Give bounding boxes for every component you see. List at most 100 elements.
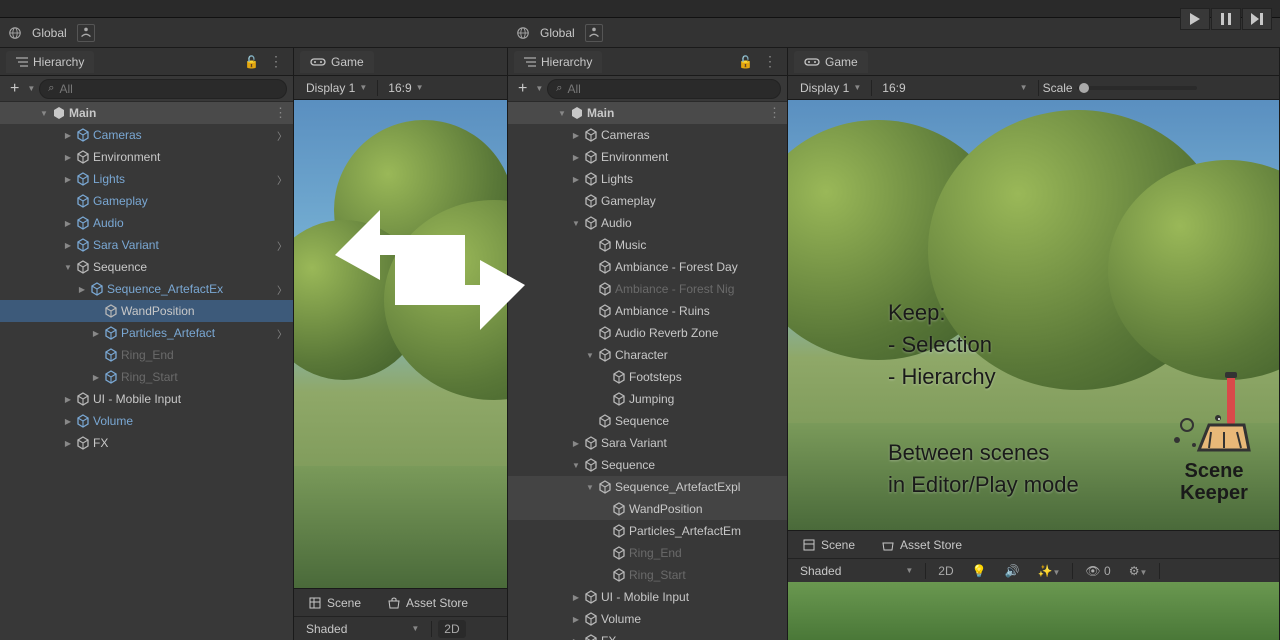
global-label: Global	[32, 26, 67, 40]
hierarchy-icon	[524, 57, 536, 67]
gamepad-icon	[310, 57, 326, 67]
right-game-view[interactable]: Keep: - Selection - Hierarchy Between sc…	[788, 100, 1279, 530]
gizmo-toggle[interactable]: ⚙▼	[1123, 562, 1154, 580]
step-button[interactable]	[1242, 8, 1272, 30]
pause-button[interactable]	[1211, 8, 1241, 30]
search-placeholder: All	[59, 82, 72, 96]
tree-node[interactable]: Particles_Artefact 〉	[0, 322, 293, 344]
tree-node[interactable]: Audio	[0, 212, 293, 234]
tree-node[interactable]: Environment	[0, 146, 293, 168]
gamepad-icon	[804, 57, 820, 67]
game-tab-label: Game	[825, 55, 858, 69]
broom-icon	[1169, 370, 1259, 460]
tree-node[interactable]: WandPosition	[508, 498, 787, 520]
create-dropdown-icon[interactable]: ▼	[27, 84, 35, 93]
panel-menu-icon[interactable]: ⋮	[265, 53, 287, 70]
tree-node[interactable]: Ring_End	[0, 344, 293, 366]
tree-node[interactable]: Sara Variant	[508, 432, 787, 454]
aspect-dropdown[interactable]: 16:9▼	[382, 81, 429, 95]
window-titlebar	[0, 0, 1280, 18]
tree-node[interactable]: Ring_End	[508, 542, 787, 564]
light-toggle[interactable]: 💡	[966, 562, 993, 580]
play-controls	[1180, 8, 1272, 30]
mode-label: in Editor/Play mode	[888, 472, 1079, 498]
tree-node[interactable]: Gameplay	[0, 190, 293, 212]
hierarchy-search-input[interactable]: ⌕ All	[39, 79, 287, 99]
scene-keeper-logo: Scene Keeper	[1169, 370, 1259, 504]
left-hierarchy-tree[interactable]: Main ⋮ Cameras 〉 Environment Lights 〉 Ga…	[0, 102, 293, 640]
tree-node[interactable]: Footsteps	[508, 366, 787, 388]
create-dropdown-icon[interactable]: ▼	[535, 84, 543, 93]
tree-node[interactable]: Environment	[508, 146, 787, 168]
scale-label: Scale	[1043, 81, 1073, 95]
tree-root[interactable]: Main ⋮	[0, 102, 293, 124]
create-button[interactable]: +	[6, 80, 23, 98]
lock-icon[interactable]: 🔓	[738, 55, 753, 69]
hierarchy-tab[interactable]: Hierarchy	[6, 51, 94, 73]
pivot-icon[interactable]	[585, 24, 603, 42]
hierarchy-tab[interactable]: Hierarchy	[514, 51, 602, 73]
tree-node[interactable]: WandPosition	[0, 300, 293, 322]
lock-icon[interactable]: 🔓	[244, 55, 259, 69]
world-icon	[516, 26, 530, 40]
create-button[interactable]: +	[514, 80, 531, 98]
basket-icon	[387, 597, 401, 609]
tree-node[interactable]: FX	[508, 630, 787, 640]
hierarchy-tab-label: Hierarchy	[33, 55, 84, 69]
keep-hierarchy: - Hierarchy	[888, 364, 996, 390]
scene-icon	[802, 538, 816, 552]
tree-node[interactable]: Jumping	[508, 388, 787, 410]
tree-node[interactable]: Sara Variant 〉	[0, 234, 293, 256]
basket-icon	[881, 539, 895, 551]
tree-node[interactable]: Sequence	[508, 454, 787, 476]
between-label: Between scenes	[888, 440, 1049, 466]
tree-node[interactable]: UI - Mobile Input	[508, 586, 787, 608]
game-tab-label: Game	[331, 55, 364, 69]
shaded-dropdown[interactable]: Shaded▼	[794, 564, 919, 578]
play-button[interactable]	[1180, 8, 1210, 30]
right-scene-view[interactable]	[788, 582, 1279, 640]
tree-node[interactable]: Cameras 〉	[0, 124, 293, 146]
hierarchy-tab-label: Hierarchy	[541, 55, 592, 69]
keep-selection: - Selection	[888, 332, 992, 358]
aspect-dropdown[interactable]: 16:9▼	[876, 81, 1033, 95]
tree-node[interactable]: Sequence_ArtefactExpl	[508, 476, 787, 498]
global-label: Global	[540, 26, 575, 40]
display-dropdown[interactable]: Display 1▼	[794, 81, 867, 95]
tree-node[interactable]: Particles_ArtefactEm	[508, 520, 787, 542]
scene-tab[interactable]: Scene	[300, 593, 369, 613]
tree-node[interactable]: UI - Mobile Input	[0, 388, 293, 410]
2d-toggle[interactable]: 2D	[438, 620, 465, 638]
display-dropdown[interactable]: Display 1▼	[300, 81, 373, 95]
audio-toggle[interactable]: 🔊	[999, 562, 1026, 580]
panel-menu-icon[interactable]: ⋮	[759, 53, 781, 70]
world-icon	[8, 26, 22, 40]
2d-toggle[interactable]: 2D	[932, 562, 959, 580]
tree-node[interactable]: FX	[0, 432, 293, 454]
right-global-toolbar: Global	[508, 18, 1280, 48]
tree-node[interactable]: Ring_Start	[0, 366, 293, 388]
tree-node[interactable]: Lights 〉	[0, 168, 293, 190]
scale-slider[interactable]	[1077, 86, 1197, 90]
scene-tab[interactable]: Scene	[794, 535, 863, 555]
visibility-toggle[interactable]: 👁 0	[1079, 562, 1116, 580]
tree-node[interactable]: Cameras	[508, 124, 787, 146]
hierarchy-icon	[16, 57, 28, 67]
game-tab[interactable]: Game	[300, 51, 374, 73]
sync-icon	[300, 180, 560, 360]
tree-node[interactable]: Sequence	[0, 256, 293, 278]
left-global-toolbar: Global	[0, 18, 508, 48]
tree-node[interactable]: Sequence	[508, 410, 787, 432]
asset-store-tab[interactable]: Asset Store	[379, 593, 476, 613]
tree-node[interactable]: Volume	[0, 410, 293, 432]
fx-toggle[interactable]: ✨▼	[1032, 562, 1067, 580]
asset-store-tab[interactable]: Asset Store	[873, 535, 970, 555]
pivot-icon[interactable]	[77, 24, 95, 42]
tree-node[interactable]: Volume	[508, 608, 787, 630]
tree-node[interactable]: Sequence_ArtefactEx 〉	[0, 278, 293, 300]
shaded-dropdown[interactable]: Shaded▼	[300, 622, 425, 636]
tree-root[interactable]: Main ⋮	[508, 102, 787, 124]
tree-node[interactable]: Ring_Start	[508, 564, 787, 586]
game-tab[interactable]: Game	[794, 51, 868, 73]
hierarchy-search-input[interactable]: ⌕ All	[547, 79, 781, 99]
